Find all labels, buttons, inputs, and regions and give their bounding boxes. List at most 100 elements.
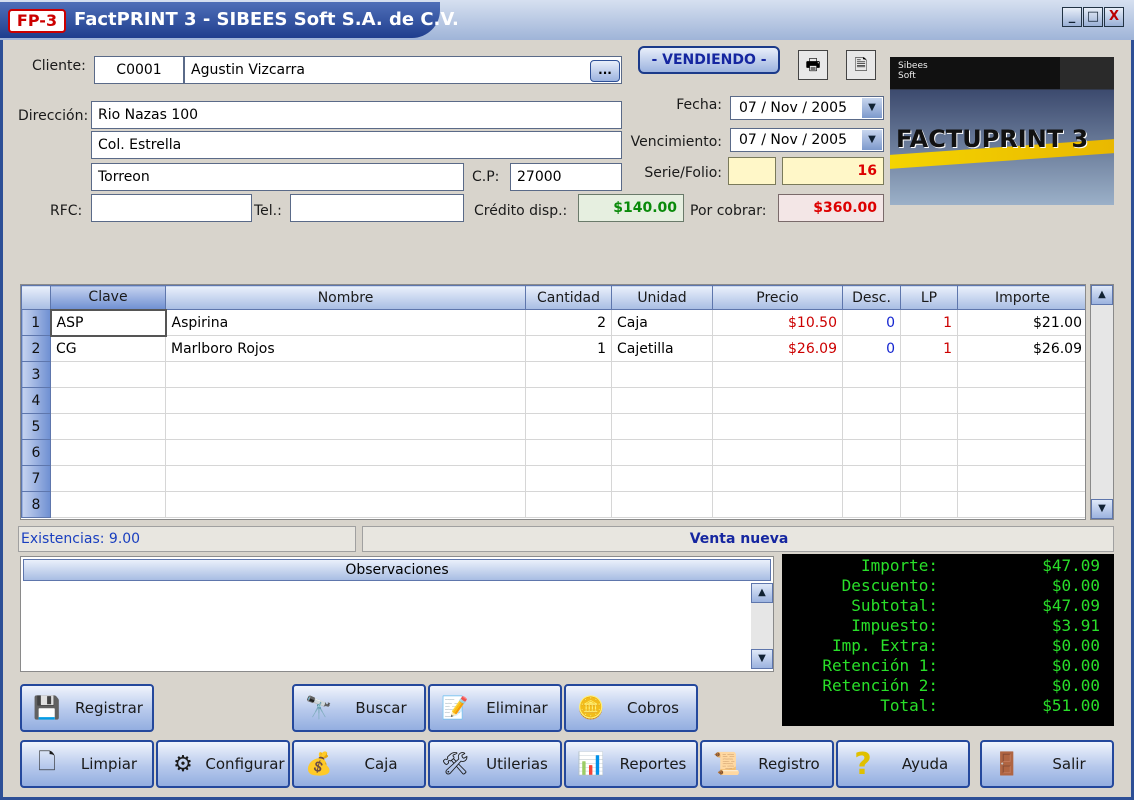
salir-button[interactable]: 🚪 Salir xyxy=(980,740,1114,788)
column-header-cantidad[interactable]: Cantidad xyxy=(525,285,612,310)
table-row[interactable]: 6 xyxy=(21,439,1085,466)
address-line1-field[interactable]: Rio Nazas 100 xyxy=(91,101,622,129)
fecha-combo[interactable]: 07 / Nov / 2005 ▼ xyxy=(730,96,884,120)
cell-lp[interactable]: 1 xyxy=(900,309,958,336)
rfc-label: RFC: xyxy=(50,203,83,219)
scroll-up-icon[interactable]: ▲ xyxy=(1091,285,1113,305)
cell-importe[interactable]: $21.00 xyxy=(957,309,1085,336)
address-line2-field[interactable]: Col. Estrella xyxy=(91,131,622,159)
chevron-down-icon[interactable]: ▼ xyxy=(862,130,882,150)
serie-field[interactable] xyxy=(728,157,776,185)
buscar-button[interactable]: 🔭 Buscar xyxy=(292,684,426,732)
exit-door-icon: 🚪 xyxy=(993,751,1021,777)
scroll-down-icon[interactable]: ▼ xyxy=(1091,499,1113,519)
observaciones-scrollbar[interactable]: ▲ ▼ xyxy=(751,583,773,669)
reportes-button[interactable]: 📊 Reportes xyxy=(564,740,698,788)
column-header-desc[interactable]: Desc. xyxy=(842,285,901,310)
column-header-precio[interactable]: Precio xyxy=(712,285,843,310)
column-header-unidad[interactable]: Unidad xyxy=(611,285,713,310)
row-number[interactable]: 3 xyxy=(21,361,51,388)
row-number[interactable]: 8 xyxy=(21,491,51,518)
cell-clave[interactable]: CG xyxy=(50,335,166,362)
eraser-icon: 📝 xyxy=(441,695,469,721)
client-label: Cliente: xyxy=(32,58,86,74)
table-row[interactable]: 4 xyxy=(21,387,1085,414)
city-field[interactable]: Torreon xyxy=(91,163,464,191)
ayuda-button[interactable]: ? Ayuda xyxy=(836,740,970,788)
table-row[interactable]: 7 xyxy=(21,465,1085,492)
configurar-button[interactable]: ⚙ Configurar xyxy=(156,740,290,788)
print-button[interactable]: 🖶 xyxy=(798,50,828,80)
cell-nombre[interactable]: Aspirina xyxy=(165,309,526,336)
cell-clave[interactable]: ASP xyxy=(49,308,167,337)
maximize-button[interactable]: □ xyxy=(1083,7,1103,27)
client-name-value: Agustin Vizcarra xyxy=(191,62,305,78)
cell-importe[interactable]: $26.09 xyxy=(957,335,1085,362)
credit-value: $140.00 xyxy=(578,194,684,222)
table-row[interactable]: 1 ASP Aspirina 2 Caja $10.50 0 1 $21.00 xyxy=(21,308,1085,337)
cell-cantidad[interactable]: 1 xyxy=(525,335,612,362)
client-name-field[interactable]: Agustin Vizcarra xyxy=(184,56,622,84)
minimize-button[interactable]: _ xyxy=(1062,7,1082,27)
total-row-descuento: Descuento: $0.00 xyxy=(841,576,1100,595)
cell-precio[interactable]: $10.50 xyxy=(712,309,843,336)
cell-nombre[interactable]: Marlboro Rojos xyxy=(165,335,526,362)
cp-field[interactable]: 27000 xyxy=(510,163,622,191)
row-number[interactable]: 4 xyxy=(21,387,51,414)
scroll-up-icon[interactable]: ▲ xyxy=(751,583,773,603)
registrar-button[interactable]: 💾 Registrar xyxy=(20,684,154,732)
fecha-value: 07 / Nov / 2005 xyxy=(739,100,848,116)
table-row[interactable]: 3 xyxy=(21,361,1085,388)
cell-cantidad[interactable]: 2 xyxy=(525,309,612,336)
table-row[interactable]: 5 xyxy=(21,413,1085,440)
row-number[interactable]: 2 xyxy=(21,335,51,362)
scroll-down-icon[interactable]: ▼ xyxy=(751,649,773,669)
cell-precio[interactable]: $26.09 xyxy=(712,335,843,362)
eliminar-button[interactable]: 📝 Eliminar xyxy=(428,684,562,732)
total-row-subtotal: Subtotal: $47.09 xyxy=(851,596,1100,615)
row-number[interactable]: 6 xyxy=(21,439,51,466)
registro-button[interactable]: 📜 Registro xyxy=(700,740,834,788)
cell-desc[interactable]: 0 xyxy=(842,309,901,336)
sale-status: Venta nueva xyxy=(362,526,1114,552)
observaciones-panel[interactable]: Observaciones ▲ ▼ xyxy=(20,556,774,672)
report-icon: 📊 xyxy=(577,751,605,777)
company-logo: Sibees Soft xyxy=(890,57,1060,89)
chevron-down-icon[interactable]: ▼ xyxy=(862,98,882,118)
total-row-importe: Importe: $47.09 xyxy=(860,556,1100,575)
vencimiento-combo[interactable]: 07 / Nov / 2005 ▼ xyxy=(730,128,884,152)
items-grid[interactable]: Clave Nombre Cantidad Unidad Precio Desc… xyxy=(20,284,1086,520)
cell-unidad[interactable]: Cajetilla xyxy=(611,335,713,362)
question-mark-icon: ? xyxy=(854,746,872,782)
cobros-button[interactable]: 🪙 Cobros xyxy=(564,684,698,732)
folio-field[interactable]: 16 xyxy=(782,157,884,185)
table-row[interactable]: 8 xyxy=(21,491,1085,518)
cell-lp[interactable]: 1 xyxy=(900,335,958,362)
column-header-clave[interactable]: Clave xyxy=(50,285,166,310)
limpiar-button[interactable]: 🗋 Limpiar xyxy=(20,740,154,788)
table-row[interactable]: 2 CG Marlboro Rojos 1 Cajetilla $26.09 0… xyxy=(21,335,1085,362)
cp-label: C.P: xyxy=(472,169,500,185)
column-header-importe[interactable]: Importe xyxy=(957,285,1085,310)
client-code-field[interactable]: C0001 xyxy=(94,56,184,84)
row-number[interactable]: 1 xyxy=(21,309,51,336)
cell-unidad[interactable]: Caja xyxy=(611,309,713,336)
utilerias-button[interactable]: 🛠 Utilerias xyxy=(428,740,562,788)
observaciones-textarea[interactable] xyxy=(25,583,747,669)
column-header-lp[interactable]: LP xyxy=(900,285,958,310)
mode-button[interactable]: - VENDIENDO - xyxy=(638,46,780,74)
close-button[interactable]: X xyxy=(1104,7,1124,27)
column-header-nombre[interactable]: Nombre xyxy=(165,285,526,310)
grid-scrollbar[interactable]: ▲ ▼ xyxy=(1090,284,1114,520)
total-row-total: Total: $51.00 xyxy=(880,696,1100,715)
cell-desc[interactable]: 0 xyxy=(842,335,901,362)
app-logo: FP-3 xyxy=(8,9,66,33)
row-number[interactable]: 7 xyxy=(21,465,51,492)
caja-button[interactable]: 💰 Caja xyxy=(292,740,426,788)
tel-field[interactable] xyxy=(290,194,464,222)
client-browse-button[interactable]: ... xyxy=(590,60,620,82)
rfc-field[interactable] xyxy=(91,194,252,222)
document-icon: 🗎 xyxy=(854,55,868,74)
save-document-button[interactable]: 🗎 xyxy=(846,50,876,80)
row-number[interactable]: 5 xyxy=(21,413,51,440)
